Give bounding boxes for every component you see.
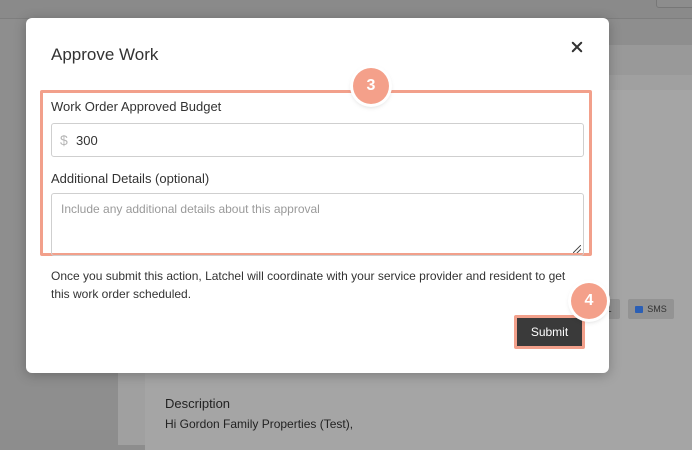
resize-grip-icon[interactable] [573, 245, 581, 253]
budget-input[interactable]: $ 300 [51, 123, 584, 157]
close-icon[interactable] [569, 39, 585, 55]
description-text: Hi Gordon Family Properties (Test), [165, 417, 354, 431]
details-textarea[interactable]: Include any additional details about thi… [51, 193, 584, 256]
budget-label: Work Order Approved Budget [51, 99, 222, 114]
details-label: Additional Details (optional) [51, 171, 210, 186]
modal-title: Approve Work [51, 45, 159, 64]
step-3-badge: 3 [353, 68, 389, 104]
top-bar-button [656, 0, 692, 8]
step-4-badge: 4 [571, 283, 607, 319]
background-chip-sms: SMS [628, 299, 674, 319]
dollar-icon: $ [60, 132, 68, 148]
details-placeholder: Include any additional details about thi… [61, 202, 320, 216]
submit-notice: Once you submit this action, Latchel wil… [51, 269, 566, 301]
description-title: Description [165, 396, 231, 411]
budget-value[interactable]: 300 [76, 133, 98, 148]
submit-button[interactable]: Submit [514, 315, 585, 349]
approve-work-modal: Approve Work Work Order Approved Budget … [26, 18, 609, 373]
top-bar [0, 0, 692, 19]
sms-icon [635, 305, 644, 313]
